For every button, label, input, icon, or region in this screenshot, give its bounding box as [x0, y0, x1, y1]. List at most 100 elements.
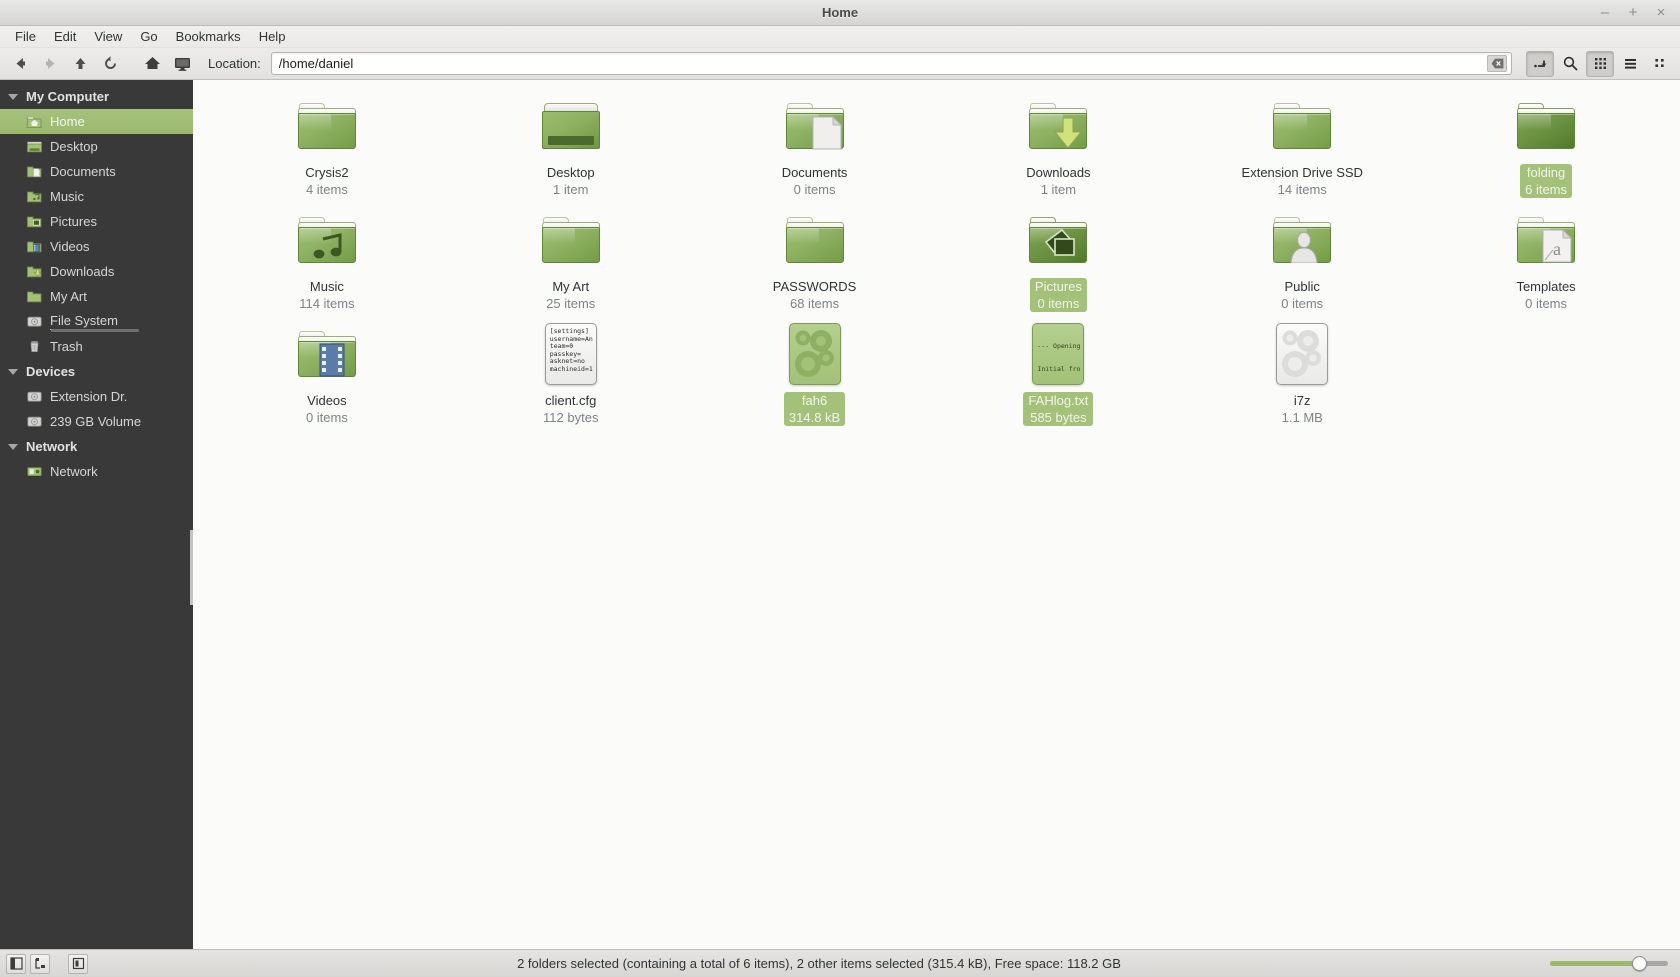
file-pane[interactable]: Crysis2 4 items Desktop 1 item Documents…: [193, 80, 1680, 949]
sidebar-item-label: File System: [50, 313, 118, 330]
show-tree-button[interactable]: [30, 953, 50, 974]
menu-file[interactable]: File: [6, 27, 45, 46]
menu-edit[interactable]: Edit: [45, 27, 85, 46]
sidebar-group-network[interactable]: Network: [0, 434, 193, 459]
sidebar-item-label: Documents: [50, 164, 116, 179]
file-label: Desktop 1 item: [547, 164, 595, 198]
trash-icon: [26, 338, 43, 355]
sidebar-item-home[interactable]: Home: [0, 109, 193, 134]
file-item[interactable]: folding 6 items: [1424, 88, 1668, 202]
file-item[interactable]: My Art 25 items: [449, 202, 693, 316]
toggle-path-entry-icon[interactable]: [1526, 50, 1554, 77]
menubar: File Edit View Go Bookmarks Help: [0, 26, 1680, 48]
location-bar[interactable]: [270, 52, 1512, 75]
maximize-button[interactable]: +: [1626, 5, 1640, 20]
videos-folder-icon: [295, 322, 359, 386]
file-name: Pictures: [1034, 279, 1082, 294]
file-meta: 114 items: [299, 296, 355, 311]
network-icon: [26, 463, 43, 480]
svg-text:a: a: [1553, 239, 1561, 259]
file-item[interactable]: fah6 314.8 kB: [693, 316, 937, 430]
sidebar-item-videos[interactable]: Videos: [0, 234, 193, 259]
file-name: Downloads: [1026, 165, 1091, 180]
computer-button[interactable]: [168, 51, 196, 77]
file-item[interactable]: Music 114 items: [205, 202, 449, 316]
menu-go[interactable]: Go: [131, 27, 166, 46]
file-name: i7z: [1293, 393, 1311, 408]
sidebar-item-network[interactable]: Network: [0, 459, 193, 484]
folder-icon: [539, 208, 603, 272]
file-label: fah6 314.8 kB: [783, 392, 846, 426]
file-label: i7z 1.1 MB: [1282, 392, 1323, 426]
file-item[interactable]: --- Opening Initial fro FAHlog.txt 585 b…: [936, 316, 1180, 430]
reload-button[interactable]: [96, 51, 124, 77]
drive-harddisk-icon: [26, 388, 43, 405]
close-button[interactable]: ×: [1654, 5, 1668, 20]
file-name: Templates: [1516, 279, 1576, 294]
file-item[interactable]: Documents 0 items: [693, 88, 937, 202]
zoom-handle[interactable]: [1631, 956, 1647, 971]
sidebar-item-extension-dr[interactable]: Extension Dr.: [0, 384, 193, 409]
minimize-button[interactable]: –: [1598, 5, 1612, 20]
sidebar-item-my-art[interactable]: My Art: [0, 284, 193, 309]
sidebar-item-trash[interactable]: Trash: [0, 334, 193, 359]
sidebar-item-file-system[interactable]: File System: [0, 309, 193, 334]
sidebar-item-downloads[interactable]: Downloads: [0, 259, 193, 284]
file-item[interactable]: Videos 0 items: [205, 316, 449, 430]
executable-gears-icon: [783, 322, 847, 386]
file-item[interactable]: Desktop 1 item: [449, 88, 693, 202]
toolbar: Location:: [0, 48, 1680, 80]
menu-view[interactable]: View: [85, 27, 131, 46]
folder-icon: [1270, 94, 1334, 158]
sidebar-group-devices[interactable]: Devices: [0, 359, 193, 384]
desktop-folder-icon: [539, 94, 603, 158]
titlebar: Home – + ×: [0, 0, 1680, 26]
file-item[interactable]: i7z 1.1 MB: [1180, 316, 1424, 430]
file-meta: 314.8 kB: [788, 410, 841, 425]
clear-text-icon[interactable]: [1487, 55, 1507, 72]
file-meta: 1 item: [1040, 182, 1077, 197]
zoom-slider[interactable]: [1550, 954, 1668, 974]
downloads-folder-icon: [26, 263, 43, 280]
file-name: Videos: [307, 393, 347, 408]
file-label: FAHlog.txt 585 bytes: [1023, 392, 1094, 426]
sidebar-item-label: 239 GB Volume: [50, 414, 142, 429]
show-preview-button[interactable]: [68, 953, 88, 974]
icon-view-icon[interactable]: [1586, 50, 1614, 77]
home-button[interactable]: [138, 51, 166, 77]
back-button[interactable]: [6, 51, 34, 77]
file-meta: 0 items: [1037, 296, 1080, 311]
forward-button[interactable]: [36, 51, 64, 77]
executable-gears-icon: [1270, 322, 1334, 386]
sidebar-item-desktop[interactable]: Desktop: [0, 134, 193, 159]
file-meta: 1 item: [553, 182, 589, 197]
file-item[interactable]: PASSWORDS 68 items: [693, 202, 937, 316]
file-meta: 0 items: [305, 410, 348, 425]
file-item[interactable]: Downloads 1 item: [936, 88, 1180, 202]
sidebar-item-pictures[interactable]: Pictures: [0, 209, 193, 234]
sidebar-item-label: Home: [50, 114, 85, 129]
sidebar-item-239-gb-volume[interactable]: 239 GB Volume: [0, 409, 193, 434]
list-view-icon[interactable]: [1616, 51, 1644, 77]
file-item[interactable]: Crysis2 4 items: [205, 88, 449, 202]
sidebar-item-music[interactable]: Music: [0, 184, 193, 209]
downloads-folder-icon: [1026, 94, 1090, 158]
compact-view-icon[interactable]: [1646, 51, 1674, 77]
search-icon[interactable]: [1556, 51, 1584, 77]
file-item[interactable]: Pictures 0 items: [936, 202, 1180, 316]
file-item[interactable]: a Templates 0 items: [1424, 202, 1668, 316]
sidebar-group-my-computer[interactable]: My Computer: [0, 84, 193, 109]
menu-bookmarks[interactable]: Bookmarks: [167, 27, 250, 46]
up-button[interactable]: [66, 51, 94, 77]
desktop-folder-icon: [26, 138, 43, 155]
sidebar-item-label: Pictures: [50, 214, 97, 229]
file-item[interactable]: Public 0 items: [1180, 202, 1424, 316]
file-label: Templates 0 items: [1516, 278, 1575, 312]
file-label: Documents 0 items: [782, 164, 848, 198]
menu-help[interactable]: Help: [250, 27, 295, 46]
show-sidebar-button[interactable]: [6, 953, 26, 974]
location-input[interactable]: [278, 56, 1487, 71]
file-item[interactable]: [settings] username=An team=0 passkey= a…: [449, 316, 693, 430]
sidebar-item-documents[interactable]: Documents: [0, 159, 193, 184]
file-item[interactable]: Extension Drive SSD 14 items: [1180, 88, 1424, 202]
